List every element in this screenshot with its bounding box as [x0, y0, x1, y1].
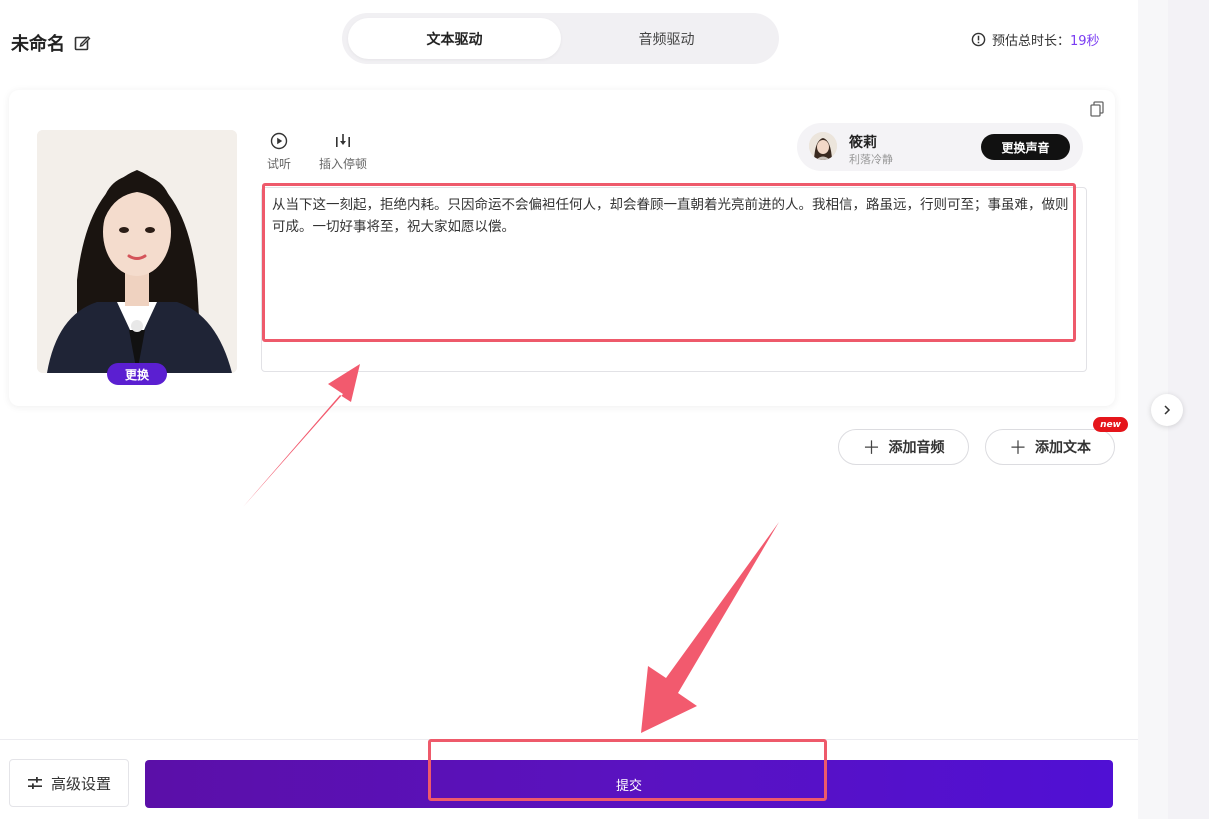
preview-tool-label: 试听: [267, 157, 292, 171]
avatar-portrait: [37, 130, 237, 373]
sliders-icon: [27, 777, 42, 789]
voice-name: 筱莉: [849, 135, 877, 151]
chevron-right-icon: [1164, 405, 1171, 415]
plus-icon: ＋: [862, 438, 881, 459]
pause-insert-icon: [336, 134, 350, 147]
duration-label: 预估总时长：: [992, 34, 1071, 49]
copy-icon[interactable]: [1090, 101, 1104, 117]
insert-pause-label: 插入停顿: [319, 157, 368, 171]
tab-audio-driven[interactable]: 音频驱动: [560, 18, 773, 59]
advanced-settings-label: 高级设置: [50, 774, 111, 793]
voice-description: 利落冷静: [849, 153, 893, 166]
new-badge: new: [1093, 417, 1128, 432]
mode-toggle: 文本驱动 音频驱动: [342, 13, 779, 64]
edit-icon[interactable]: [73, 34, 91, 52]
advanced-settings-button[interactable]: 高级设置: [9, 759, 129, 807]
annotation-highlight-submit: [428, 739, 827, 801]
portrait-image: [37, 130, 237, 373]
add-audio-label: 添加音频: [888, 440, 945, 456]
voice-selector: 筱莉 利落冷静 更换声音: [797, 123, 1083, 171]
plus-icon: ＋: [1009, 438, 1027, 459]
avatar-swap-button[interactable]: 更换: [107, 363, 167, 385]
change-voice-button[interactable]: 更换声音: [981, 134, 1070, 160]
duration-value: 19秒: [1070, 34, 1100, 49]
project-title-text: 未命名: [11, 34, 65, 55]
annotation-highlight-text: [262, 183, 1076, 342]
preview-tool[interactable]: 试听: [267, 132, 291, 172]
next-arrow-button[interactable]: [1151, 394, 1183, 426]
add-text-button[interactable]: ＋ 添加文本: [985, 429, 1115, 465]
add-text-label: 添加文本: [1035, 440, 1091, 456]
estimated-duration: 预估总时长： 19秒: [971, 30, 1100, 49]
tab-text-driven[interactable]: 文本驱动: [348, 18, 561, 59]
add-audio-button[interactable]: ＋ 添加音频: [838, 429, 969, 465]
voice-avatar: [809, 132, 837, 160]
play-icon: [270, 132, 288, 150]
insert-pause-tool[interactable]: 插入停顿: [319, 132, 367, 172]
project-title[interactable]: 未命名: [11, 30, 91, 56]
info-icon: [971, 32, 986, 47]
